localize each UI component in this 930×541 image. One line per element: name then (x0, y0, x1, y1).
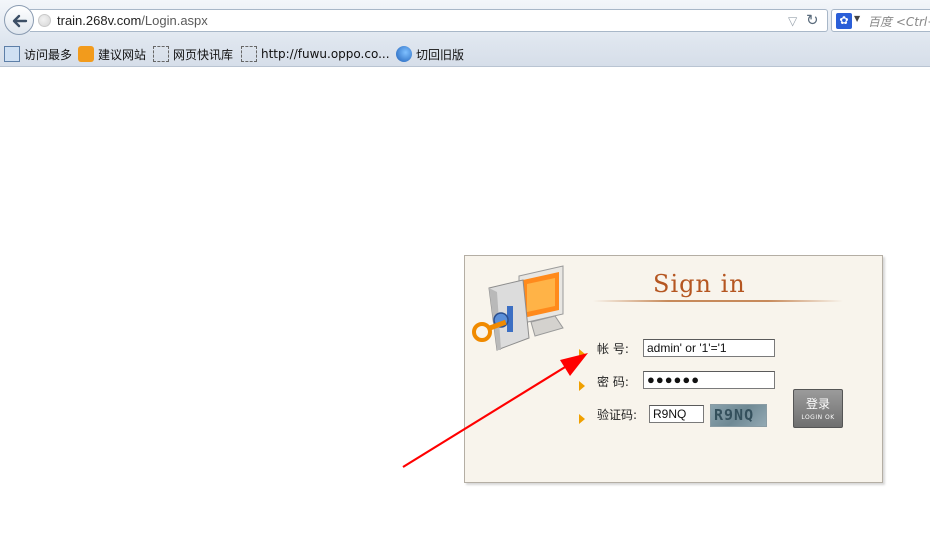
captcha-input[interactable]: R9NQ (649, 405, 704, 423)
bookmark-label: 访问最多 (24, 47, 73, 62)
page-icon (241, 46, 257, 62)
captcha-image-text: R9NQ (714, 406, 755, 424)
search-placeholder: 百度 <Ctrl+ (868, 15, 930, 29)
baidu-paw-icon[interactable]: ✿ (836, 13, 852, 29)
bookmark-fuwu-oppo[interactable]: http://fuwu.oppo.co... (241, 44, 390, 64)
bookmark-label: http://fuwu.oppo.co... (261, 47, 390, 61)
globe-icon (38, 14, 51, 27)
bookmark-suggested-sites[interactable]: 建议网站 (78, 44, 146, 64)
web-slice-icon (153, 46, 169, 62)
ie-icon (396, 46, 412, 62)
login-button-sublabel: LOGIN OK (801, 414, 835, 421)
title-divider (593, 300, 843, 302)
chevron-down-icon[interactable]: ▼ (854, 14, 860, 23)
dropdown-arrow-icon[interactable]: ▽ (788, 14, 797, 28)
captcha-label: 验证码: (597, 408, 638, 422)
annotation-arrow-icon (402, 353, 588, 468)
suggested-sites-icon (78, 46, 94, 62)
login-button-label: 登录 (805, 397, 830, 411)
browser-toolbar: train.268v.com/Login.aspx ▽ ↻ ✿ ▼ 百度 <Ct… (0, 0, 930, 40)
visited-icon (4, 46, 20, 62)
account-input[interactable]: admin' or '1'='1 (643, 339, 775, 357)
url-host: train.268v.com (57, 13, 142, 28)
bookmark-switch-old-version[interactable]: 切回旧版 (396, 44, 464, 64)
password-input[interactable]: ●●●●●● (643, 371, 775, 389)
login-button[interactable]: 登录 LOGIN OK (793, 389, 843, 428)
account-label: 帐 号: (597, 342, 629, 356)
bookmark-most-visited[interactable]: 访问最多 (4, 44, 72, 64)
back-button[interactable] (4, 5, 34, 35)
favorites-bar: 访问最多 建议网站 网页快讯库 http://fuwu.oppo.co... 切… (0, 40, 930, 67)
bookmark-label: 切回旧版 (416, 47, 465, 62)
bookmark-web-slice[interactable]: 网页快讯库 (153, 44, 233, 64)
search-box[interactable]: ✿ ▼ 百度 <Ctrl+ (831, 9, 930, 32)
back-arrow-icon (12, 14, 28, 28)
url-path: /Login.aspx (141, 13, 208, 28)
bookmark-label: 网页快讯库 (173, 47, 234, 62)
captcha-image[interactable]: R9NQ (710, 404, 767, 427)
bookmark-label: 建议网站 (98, 47, 147, 62)
address-bar[interactable]: train.268v.com/Login.aspx ▽ ↻ (30, 9, 828, 32)
password-label: 密 码: (597, 375, 629, 389)
url-text[interactable]: train.268v.com/Login.aspx (57, 13, 208, 28)
sign-in-title: Sign in (653, 270, 746, 298)
reload-icon[interactable]: ↻ (806, 11, 819, 29)
